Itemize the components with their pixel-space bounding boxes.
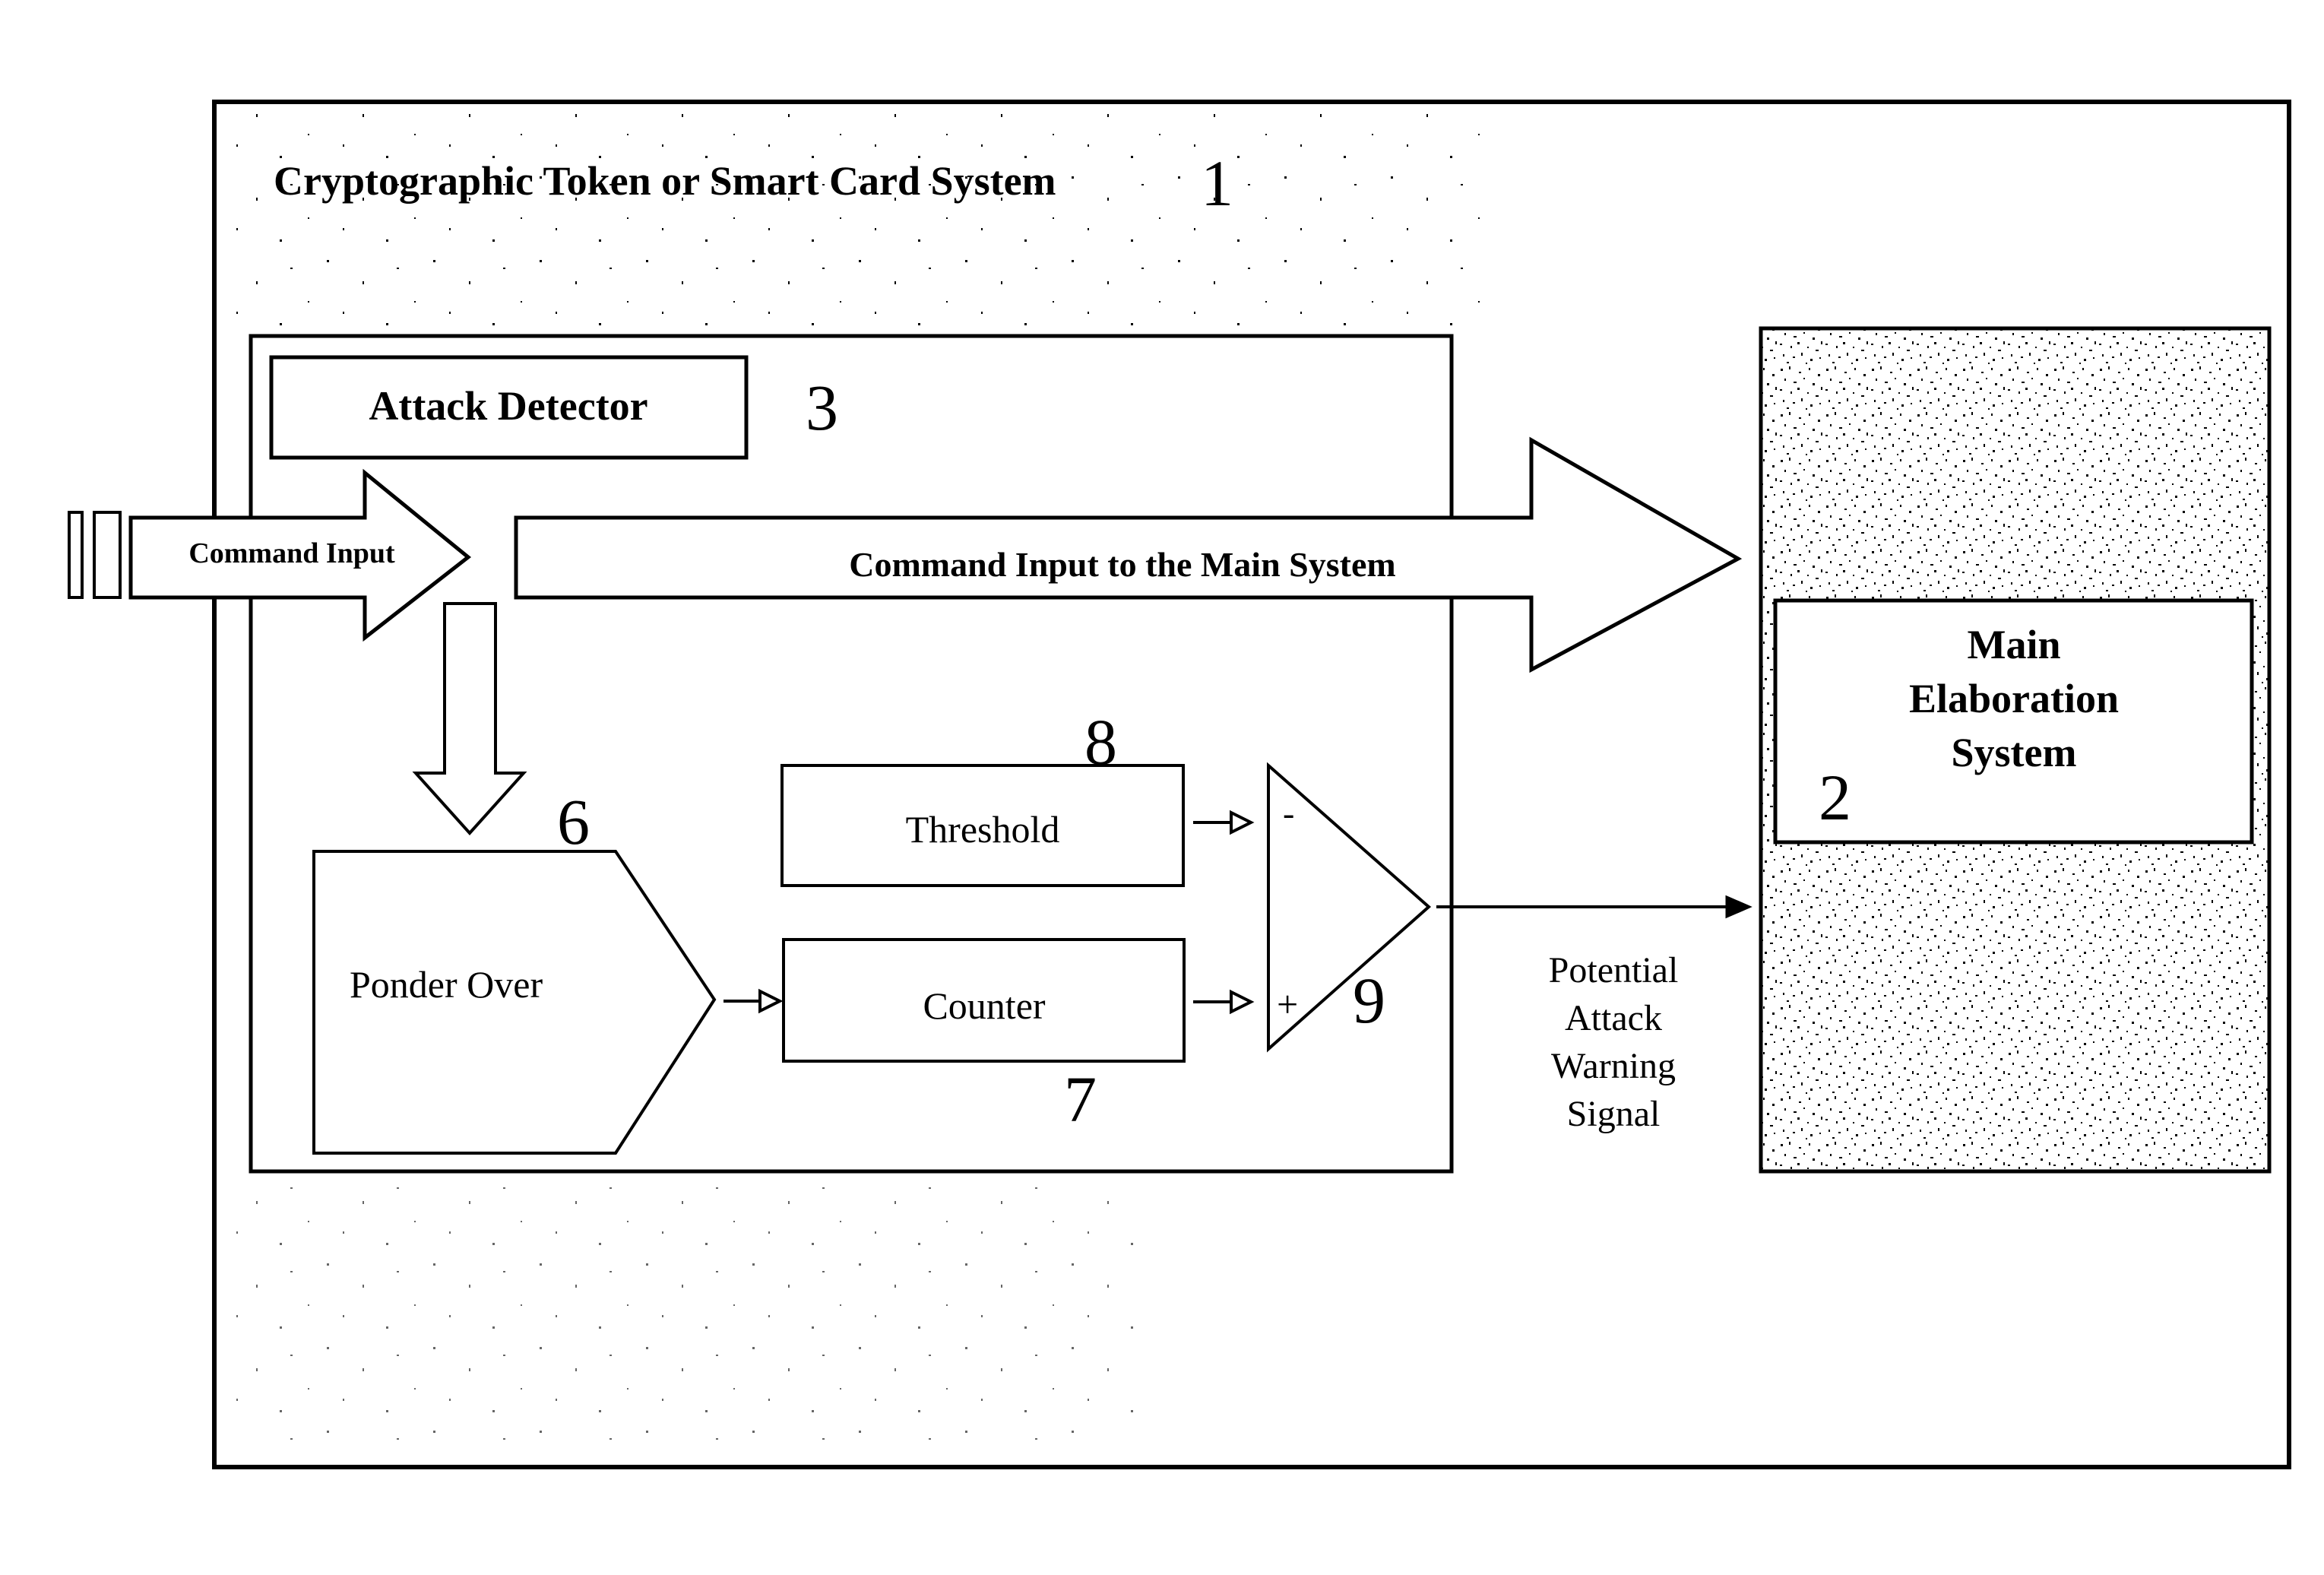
main-system-label-line-2: Elaboration [1909, 676, 2119, 721]
attack-detector-ref-number: 3 [806, 371, 838, 444]
comparator-plus-sign: + [1277, 983, 1298, 1025]
input-connector-bar-2 [93, 511, 122, 599]
system-frame-texture [228, 114, 1482, 327]
comparator-minus-sign: - [1283, 794, 1294, 832]
warning-signal-label-line-3: Warning [1551, 1046, 1676, 1086]
block-diagram: Cryptographic Token or Smart Card System… [68, 100, 2291, 1469]
main-system-label-line-1: Main [1967, 622, 2060, 667]
system-ref-number: 1 [1201, 147, 1233, 220]
system-title: Cryptographic Token or Smart Card System [274, 158, 1056, 204]
system-frame-texture-lower [228, 1186, 1140, 1444]
warning-signal-label-line-2: Attack [1565, 998, 1662, 1038]
attack-detector-label: Attack Detector [369, 383, 647, 429]
main-system-ref-number: 2 [1819, 761, 1851, 834]
counter-ref-number: 7 [1064, 1063, 1097, 1136]
main-system-label-line-3: System [1952, 730, 2077, 775]
warning-signal-label-line-1: Potential [1549, 950, 1679, 990]
command-input-label: Command Input [188, 537, 395, 569]
comparator-ref-number: 9 [1353, 964, 1385, 1037]
warning-signal-label-line-4: Signal [1567, 1094, 1661, 1134]
threshold-ref-number: 8 [1084, 705, 1117, 778]
ponder-over-label: Ponder Over [350, 963, 543, 1006]
counter-label: Counter [923, 984, 1045, 1027]
threshold-label: Threshold [906, 808, 1060, 851]
command-to-main-label: Command Input to the Main System [849, 545, 1395, 584]
ponder-over-ref-number: 6 [557, 785, 590, 858]
input-connector-bar-1 [68, 511, 84, 599]
